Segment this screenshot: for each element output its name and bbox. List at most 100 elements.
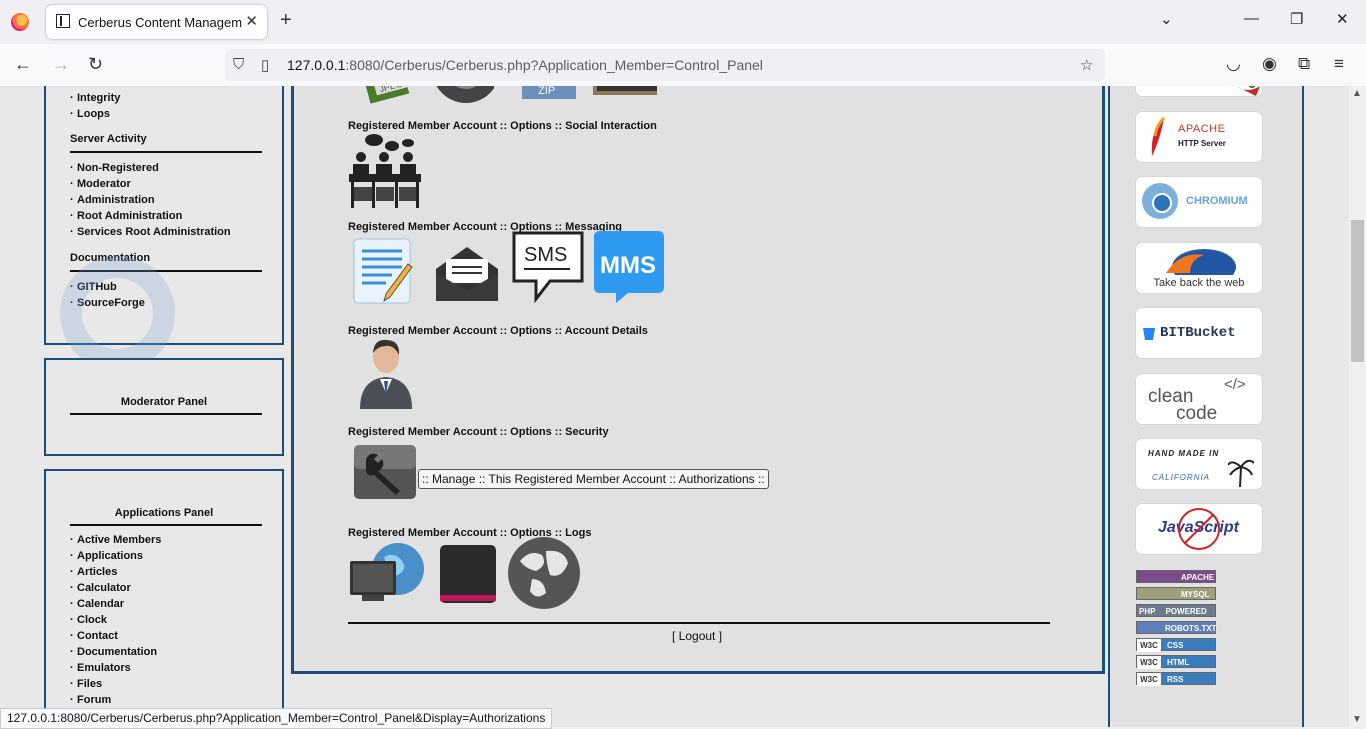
page-info-icon[interactable]: ▯ bbox=[261, 56, 269, 74]
apache-feather-icon bbox=[1151, 116, 1166, 156]
sidebar-navigation-panel: · Integrity · Loops Server Activity · Non-R… bbox=[44, 86, 284, 345]
wrench-settings-icon[interactable] bbox=[352, 443, 418, 501]
divider bbox=[348, 622, 1050, 624]
palm-tree-icon bbox=[1228, 459, 1254, 487]
code-tag-icon: </> bbox=[1224, 376, 1246, 393]
app-link-forum[interactable]: · Forum bbox=[70, 692, 161, 708]
envelope-icon[interactable] bbox=[432, 245, 502, 305]
storage-drive-icon[interactable] bbox=[436, 543, 500, 607]
section-title-social: Registered Member Account :: Options :: … bbox=[348, 120, 657, 132]
url-text[interactable]: 127.0.0.1:8080/Cerberus/Cerberus.php?App… bbox=[287, 57, 763, 73]
sidebar-link-services-root-administration[interactable]: · Services Root Administration bbox=[70, 224, 231, 240]
shield-icon[interactable]: ⛉ bbox=[233, 56, 244, 73]
scroll-down-icon[interactable]: ▼ bbox=[1352, 714, 1362, 725]
sidebar-link-administration[interactable]: · Administration bbox=[70, 192, 231, 208]
apache-small-badge[interactable]: APACHE bbox=[1136, 570, 1216, 583]
documentation-heading: Documentation bbox=[70, 252, 151, 264]
close-tab-icon[interactable]: ✕ bbox=[245, 12, 258, 30]
partial-badge[interactable] bbox=[1136, 86, 1262, 96]
mms-bubble-icon[interactable]: MMS bbox=[592, 229, 666, 305]
tab-title: Cerberus Content Management bbox=[78, 15, 242, 30]
pocket-icon[interactable]: ◡ bbox=[1226, 54, 1241, 74]
sidebar-link-integrity[interactable]: · Integrity bbox=[70, 90, 120, 106]
w3c-html-small-badge[interactable]: W3C HTML bbox=[1136, 655, 1216, 669]
documentation-links: · GITHub · SourceForge bbox=[70, 279, 145, 311]
computer-globe-icon[interactable] bbox=[348, 539, 424, 609]
moderator-panel-heading: Moderator Panel bbox=[120, 396, 208, 408]
link-status-bar: 127.0.0.1:8080/Cerberus/Cerberus.php?App… bbox=[0, 708, 553, 729]
app-link-calculator[interactable]: · Calculator bbox=[70, 580, 161, 596]
server-activity-links: · Non-Registered · Moderator · Administrati… bbox=[70, 160, 231, 240]
back-button[interactable]: ← bbox=[14, 54, 32, 75]
forward-button[interactable]: → bbox=[52, 54, 70, 75]
main-content-panel: JPEG ZIP Registered Member Account :: Op… bbox=[291, 86, 1105, 674]
w3c-css-small-badge[interactable]: W3C CSS bbox=[1136, 638, 1216, 652]
new-tab-button[interactable]: + bbox=[280, 9, 292, 32]
video-screen-icon[interactable] bbox=[591, 86, 657, 105]
app-link-contact[interactable]: · Contact bbox=[70, 628, 161, 644]
menu-icon[interactable]: ≡ bbox=[1334, 54, 1344, 74]
navigation-toolbar: ← → ↻ ⛉ ▯ 127.0.0.1:8080/Cerberus/Cerber… bbox=[0, 44, 1366, 87]
reload-button[interactable]: ↻ bbox=[88, 54, 103, 75]
app-link-applications[interactable]: · Applications bbox=[70, 548, 161, 564]
restore-button[interactable]: ❐ bbox=[1290, 10, 1303, 28]
sidebar-link-github[interactable]: · GITHub bbox=[70, 279, 145, 295]
divider bbox=[70, 151, 262, 153]
minimize-button[interactable]: — bbox=[1244, 10, 1259, 27]
w3c-rss-small-badge[interactable]: W3C RSS bbox=[1136, 672, 1216, 686]
bookmark-star-icon[interactable]: ☆ bbox=[1080, 56, 1093, 74]
app-link-calendar[interactable]: · Calendar bbox=[70, 596, 161, 612]
app-link-documentation[interactable]: · Documentation bbox=[70, 644, 161, 660]
logout-row: [ Logout ] bbox=[672, 629, 723, 643]
robots-small-badge[interactable]: ROBOTS.TXT bbox=[1136, 621, 1217, 634]
social-interaction-icon[interactable] bbox=[348, 133, 422, 209]
app-link-active-members[interactable]: · Active Members bbox=[70, 532, 161, 548]
user-account-icon[interactable] bbox=[356, 337, 416, 409]
world-globe-icon[interactable] bbox=[506, 535, 582, 611]
sidebar-link-moderator[interactable]: · Moderator bbox=[70, 176, 231, 192]
audio-disc-icon[interactable] bbox=[428, 86, 494, 105]
jpeg-image-icon[interactable]: JPEG bbox=[356, 86, 422, 105]
zip-archive-icon[interactable]: ZIP bbox=[518, 86, 584, 105]
applications-links: · Active Members · Applications · Articles … bbox=[70, 532, 161, 708]
address-bar[interactable]: ⛉ ▯ 127.0.0.1:8080/Cerberus/Cerberus.php… bbox=[225, 49, 1105, 81]
app-link-emulators[interactable]: · Emulators bbox=[70, 660, 161, 676]
sms-bubble-icon[interactable]: SMS bbox=[510, 229, 586, 305]
compose-note-icon[interactable] bbox=[352, 237, 416, 307]
server-activity-heading: Server Activity bbox=[70, 133, 147, 145]
tab-strip: Cerberus Content Management ✕ + ⌄ — ❐ ✕ bbox=[0, 0, 1366, 44]
no-javascript-badge[interactable]: JavaScript bbox=[1136, 504, 1262, 554]
mysql-small-badge[interactable]: MYSQL bbox=[1136, 587, 1216, 600]
scroll-up-icon[interactable]: ▲ bbox=[1352, 88, 1362, 99]
authorizations-tooltip: :: Manage :: This Registered Member Acco… bbox=[418, 469, 769, 489]
apache-badge[interactable]: APACHE HTTP Server bbox=[1136, 112, 1262, 162]
sidebar-link-loops[interactable]: · Loops bbox=[70, 106, 120, 122]
list-all-tabs-icon[interactable]: ⌄ bbox=[1160, 10, 1173, 28]
bitbucket-badge[interactable]: BITBucket bbox=[1136, 308, 1262, 358]
chromium-badge[interactable]: CHROMIUM bbox=[1136, 177, 1262, 227]
handmade-california-badge[interactable]: HAND MADE IN CALIFORNIA bbox=[1136, 439, 1262, 489]
close-window-button[interactable]: ✕ bbox=[1336, 10, 1349, 28]
app-link-files[interactable]: · Files bbox=[70, 676, 161, 692]
clean-code-badge[interactable]: clean code </> bbox=[1136, 374, 1262, 424]
page-scrollbar[interactable]: ▲ ▼ bbox=[1349, 86, 1366, 727]
app-link-articles[interactable]: · Articles bbox=[70, 564, 161, 580]
page-viewport: · Integrity · Loops Server Activity · Non-R… bbox=[0, 86, 1349, 727]
browser-tab[interactable]: Cerberus Content Management ✕ bbox=[46, 5, 267, 39]
php-small-badge[interactable]: PHP POWERED bbox=[1136, 604, 1216, 617]
extensions-icon[interactable]: ⧉ bbox=[1298, 54, 1310, 74]
sidebar-link-sourceforge[interactable]: · SourceForge bbox=[70, 295, 145, 311]
applications-panel-heading: Applications Panel bbox=[114, 507, 214, 519]
divider bbox=[70, 524, 262, 526]
logout-link[interactable]: Logout bbox=[679, 629, 716, 643]
firefox-badge[interactable]: Take back the web bbox=[1136, 243, 1262, 293]
app-link-clock[interactable]: · Clock bbox=[70, 612, 161, 628]
account-icon[interactable]: ◉ bbox=[1262, 54, 1277, 74]
section-title-security: Registered Member Account :: Options :: … bbox=[348, 426, 609, 438]
scrollbar-thumb[interactable] bbox=[1351, 220, 1364, 362]
firefox-logo-icon bbox=[11, 13, 29, 31]
divider bbox=[70, 270, 262, 272]
sidebar-link-root-administration[interactable]: · Root Administration bbox=[70, 208, 231, 224]
sidebar-link-non-registered[interactable]: · Non-Registered bbox=[70, 160, 231, 176]
divider bbox=[70, 413, 262, 415]
